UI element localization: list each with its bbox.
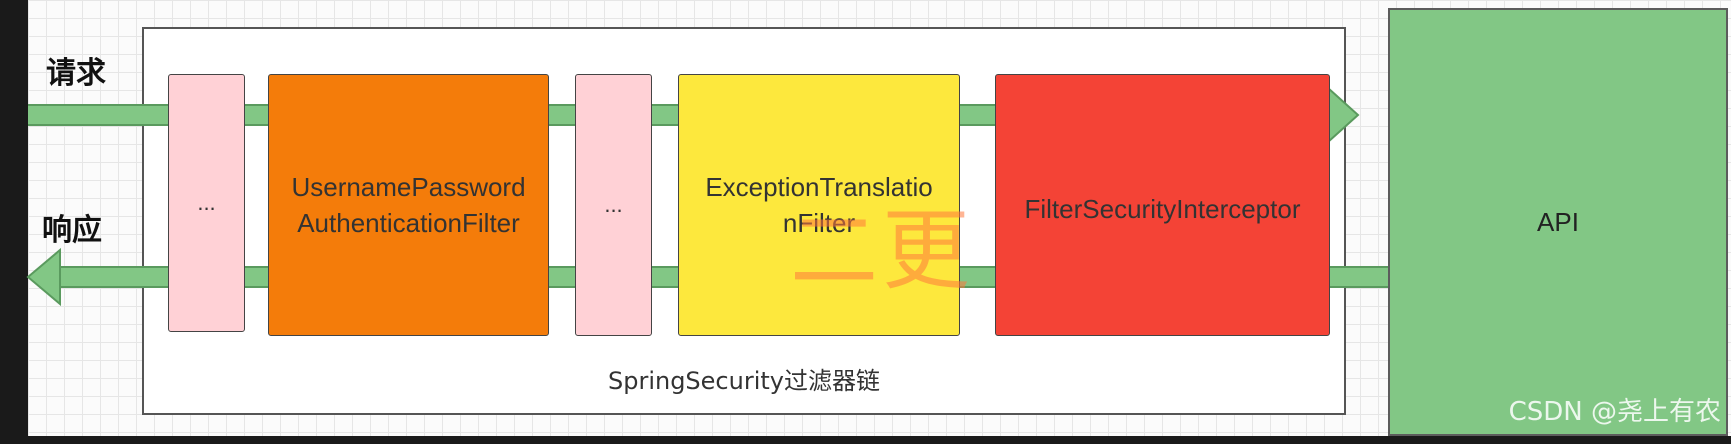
filter-ellipsis-1-text: ... [197, 190, 216, 215]
filter-security-interceptor-text: FilterSecurityInterceptor [1024, 194, 1301, 224]
filter-username-password-line2: AuthenticationFilter [297, 208, 520, 238]
filter-ellipsis-2: ... [575, 74, 652, 336]
filter-username-password-line1: UsernamePassword [291, 172, 526, 202]
bottom-border [0, 436, 1731, 444]
request-arrowhead [1327, 85, 1360, 145]
filter-username-password: UsernamePassword AuthenticationFilter [268, 74, 549, 336]
filter-ellipsis-1: ... [168, 74, 245, 332]
filter-security-interceptor: FilterSecurityInterceptor [995, 74, 1330, 336]
api-box: API [1388, 8, 1728, 436]
response-label: 响应 [42, 213, 102, 248]
api-label: API [1537, 206, 1579, 237]
csdn-credit: CSDN @尧上有农 [1508, 397, 1721, 427]
request-label: 请求 [46, 56, 106, 91]
watermark-text: 二更 [790, 199, 975, 302]
response-arrowhead [26, 247, 61, 307]
filter-ellipsis-2-text: ... [604, 192, 623, 217]
